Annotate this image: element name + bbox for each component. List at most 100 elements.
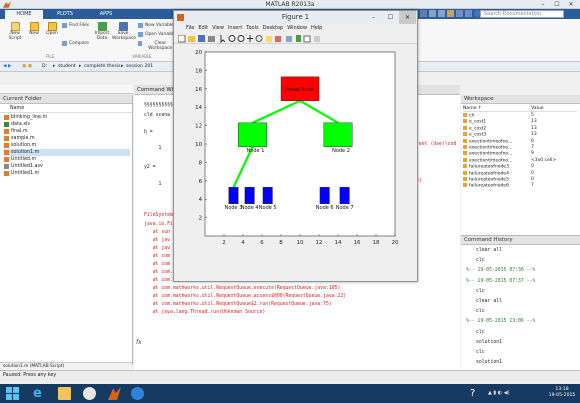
new-script-button[interactable]: New Script [6, 22, 24, 41]
breadcrumb-session[interactable]: session 201 [126, 64, 153, 69]
save-workspace-icon [118, 22, 128, 31]
maximize-button[interactable]: ☐ [550, 0, 564, 9]
figure-window[interactable]: Figure 1 – ☐ ✕ File Edit View Insert Too… [173, 10, 418, 282]
list-item[interactable]: data.xls [4, 121, 130, 128]
figure-close-button[interactable]: ✕ [399, 11, 416, 24]
y-tick-label: 10 [195, 142, 202, 148]
list-item[interactable]: blinking_line.m [4, 114, 130, 121]
workspace-value-column[interactable]: Value [531, 105, 544, 112]
node-box [244, 187, 255, 205]
breadcrumb-drive[interactable]: D: [42, 64, 47, 69]
list-item[interactable]: Untitled.m [4, 156, 130, 163]
search-documentation-input[interactable]: Search Documentation [480, 10, 564, 18]
history-command[interactable]: solution1 [476, 360, 502, 365]
clear-workspace-button[interactable]: Clear Workspace [138, 41, 176, 51]
menu-view[interactable]: View [212, 24, 224, 33]
list-item[interactable]: final.m [4, 128, 130, 135]
paste-icon[interactable] [447, 10, 454, 17]
clock[interactable]: 13:18 19-05-2015 [548, 387, 576, 399]
history-command[interactable]: clear all [476, 299, 502, 304]
workspace-name-column[interactable]: Name ↑ [463, 106, 482, 111]
list-item[interactable]: Untitled1.asv [4, 163, 130, 170]
list-item[interactable]: sample.m [4, 135, 130, 142]
history-command[interactable]: clc [476, 309, 485, 314]
save-icon[interactable] [420, 10, 427, 17]
open-variable-button[interactable]: Open Variable [138, 32, 176, 37]
breadcrumb-student[interactable]: student [58, 64, 76, 69]
variable-name: failureateofnode5 [469, 177, 509, 183]
variable-name: failureateofnode3 [469, 164, 509, 170]
browser-icon[interactable] [131, 387, 144, 400]
node-label: Node 1 [247, 148, 265, 154]
new-variable-button[interactable]: New Variable [138, 23, 176, 28]
command-line: at jav [144, 238, 170, 243]
menu-tools[interactable]: Tools [246, 24, 258, 33]
menu-edit[interactable]: Edit [198, 24, 208, 33]
history-command[interactable]: solution1 [476, 340, 502, 345]
tab-apps[interactable]: APPS [87, 10, 125, 19]
history-session-stamp[interactable]: %-- 19-05-2015 07:36 --% [466, 268, 535, 273]
back-arrow-icon[interactable]: ◀ ▶ [3, 64, 12, 69]
save-workspace-label: Save Workspace [112, 31, 136, 41]
open-label: Open [46, 31, 58, 36]
compare-button[interactable]: Compare [62, 41, 92, 46]
figure-minimize-button[interactable]: – [365, 11, 382, 24]
variable-icon [463, 164, 467, 169]
history-command[interactable]: clear all [476, 248, 502, 253]
list-item[interactable]: solution.m [4, 142, 130, 149]
new-figure-icon [178, 35, 186, 43]
menu-help[interactable]: Help [311, 24, 322, 33]
figure-maximize-button[interactable]: ☐ [382, 11, 399, 24]
node-box [238, 122, 267, 147]
command-line: at com.mathworks.util.RequestQueue$2.run… [144, 302, 332, 307]
name-column-header[interactable]: Name [0, 105, 132, 113]
import-data-button[interactable]: Import Data [94, 22, 110, 41]
file-explorer-icon[interactable] [58, 387, 71, 400]
breadcrumb-complete-thesis[interactable]: complete thesis [84, 64, 121, 69]
help-tray-icon[interactable]: ? [470, 388, 475, 399]
history-session-stamp[interactable]: %-- 19-05-2015 13:06 --% [466, 319, 535, 324]
windows-start-icon[interactable] [6, 387, 19, 400]
new-icon [29, 22, 39, 31]
node-box [262, 187, 273, 205]
history-command[interactable]: clc [476, 350, 485, 355]
media-player-icon[interactable] [83, 387, 96, 400]
file-details: solution1.m (MATLAB Script) [0, 362, 132, 370]
history-command[interactable]: clc [476, 289, 485, 294]
import-data-icon [97, 22, 107, 31]
variable-name: exectiontimeofno... [469, 139, 513, 145]
matlab-taskbar-icon[interactable] [108, 387, 121, 400]
x-tick-label: 18 [373, 240, 380, 246]
save-workspace-button[interactable]: Save Workspace [112, 22, 136, 41]
find-files-button[interactable]: Find Files [62, 23, 92, 28]
internet-explorer-icon[interactable]: e [33, 387, 46, 400]
copy-icon[interactable] [438, 10, 445, 17]
tab-plots[interactable]: PLOTS [46, 10, 84, 19]
redo-icon[interactable] [465, 10, 472, 17]
menu-file[interactable]: File [186, 24, 194, 33]
menu-insert[interactable]: Insert [228, 24, 242, 33]
new-button[interactable]: New [26, 22, 42, 36]
list-item[interactable]: solution1.m [4, 149, 130, 156]
system-tray-icons[interactable]: ▲ ▮ ◐ ◀) [488, 390, 510, 396]
folder-up-icon[interactable]: ▣ ▣ [22, 64, 32, 69]
table-row[interactable]: failureateofnode6 7 [463, 183, 578, 189]
menu-desktop[interactable]: Desktop [263, 24, 284, 33]
cut-icon[interactable] [429, 10, 436, 17]
undo-icon[interactable] [456, 10, 463, 17]
close-button[interactable]: ✕ [564, 0, 578, 9]
x-tick-label: 4 [241, 240, 245, 246]
history-command[interactable]: clc [476, 330, 485, 335]
open-button[interactable]: Open [44, 22, 60, 36]
menu-window[interactable]: Window [287, 24, 307, 33]
history-session-stamp[interactable]: %-- 19-05-2015 07:37 --% [466, 279, 535, 284]
new-variable-icon [138, 23, 143, 28]
node-label: Head Node [286, 87, 314, 93]
status-text: Paused: Press any key [3, 373, 57, 378]
tab-home[interactable]: HOME [5, 10, 43, 19]
file-section-label: FILE [45, 54, 55, 59]
minimize-button[interactable]: – [536, 0, 550, 9]
history-command[interactable]: clc [476, 258, 485, 263]
command-line: at java.lang.Thread.run(Unknown Source) [144, 310, 266, 315]
list-item[interactable]: Untitled1.m [4, 170, 130, 177]
